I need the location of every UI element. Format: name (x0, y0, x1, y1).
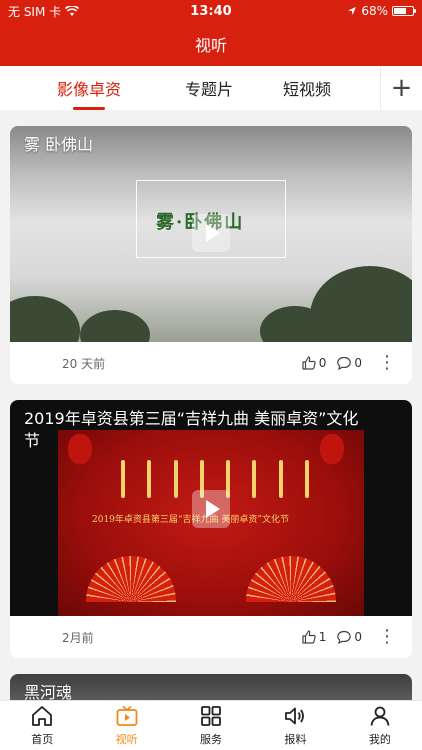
video-feed: 雾·卧佛山 雾 卧佛山 20 天前 0 0 ⋮ 2019年卓资县第三届“吉祥九曲… (0, 110, 422, 700)
video-icon (116, 705, 138, 726)
nav-profile[interactable]: 我的 (338, 701, 422, 750)
tab-yingxiang-zhuozi[interactable]: 影像卓资 (57, 66, 121, 110)
bottom-tab-bar: 首页 视听 服务 报料 我的 (0, 700, 422, 750)
nav-shiting[interactable]: 视听 (84, 701, 168, 750)
category-tabs: 影像卓资 专题片 短视频 + (0, 66, 422, 110)
status-time: 13:40 (190, 3, 232, 19)
card-meta: 2月前 1 0 ⋮ (10, 616, 412, 658)
time-ago: 20 天前 (62, 356, 106, 371)
video-thumbnail[interactable]: 2019年卓资县第三届“吉祥九曲 美丽卓资”文化节 2019年卓资县第三届“吉祥… (10, 400, 412, 616)
carrier-label: 无 SIM 卡 (8, 4, 62, 19)
time-ago: 2月前 (62, 630, 94, 645)
play-icon[interactable] (192, 214, 230, 252)
comment-button[interactable]: 0 (336, 629, 362, 645)
grid-icon (201, 706, 221, 726)
video-title: 2019年卓资县第三届“吉祥九曲 美丽卓资”文化节 (24, 409, 359, 450)
like-button[interactable]: 1 (301, 629, 327, 645)
battery-icon (392, 6, 416, 16)
battery-level (394, 8, 407, 14)
nav-label: 我的 (368, 733, 391, 746)
comment-icon (337, 356, 352, 371)
thumbs-up-icon (302, 630, 316, 644)
like-count: 1 (318, 630, 327, 644)
tab-label: 专题片 (185, 80, 234, 99)
header: 视听 (0, 22, 422, 66)
home-icon (32, 706, 53, 726)
tab-zhuantipian[interactable]: 专题片 (185, 66, 233, 110)
nav-label: 服务 (200, 733, 223, 746)
speaker-icon (285, 707, 305, 725)
nav-label: 报料 (284, 733, 307, 746)
page-title: 视听 (194, 36, 227, 55)
nav-services[interactable]: 服务 (169, 701, 253, 750)
comment-icon (337, 630, 352, 645)
like-count: 0 (318, 356, 327, 370)
more-options-icon[interactable]: ⋮ (378, 354, 396, 372)
nav-label: 视听 (115, 733, 138, 746)
video-title: 黑河魂 (24, 683, 73, 700)
thumbs-up-icon (302, 356, 316, 370)
video-card[interactable]: 黑河魂 (10, 674, 412, 700)
nav-home[interactable]: 首页 (0, 701, 84, 750)
add-tab-button[interactable]: + (380, 66, 422, 110)
wifi-icon (65, 5, 80, 16)
play-icon[interactable] (192, 490, 230, 528)
more-options-icon[interactable]: ⋮ (378, 628, 396, 646)
location-arrow-icon (348, 7, 357, 15)
tab-duanshipin[interactable]: 短视频 (283, 66, 331, 110)
tab-label: 影像卓资 (57, 80, 122, 99)
video-card[interactable]: 雾·卧佛山 雾 卧佛山 20 天前 0 0 ⋮ (10, 126, 412, 384)
video-title: 雾 卧佛山 (24, 135, 94, 154)
comment-count: 0 (354, 356, 362, 370)
video-thumbnail[interactable]: 雾·卧佛山 雾 卧佛山 (10, 126, 412, 342)
card-meta: 20 天前 0 0 ⋮ (10, 342, 412, 384)
nav-label: 首页 (31, 733, 54, 746)
tree-decoration (80, 310, 150, 342)
like-button[interactable]: 0 (301, 355, 327, 371)
comment-button[interactable]: 0 (336, 355, 362, 371)
plus-icon: + (390, 73, 413, 103)
video-card[interactable]: 2019年卓资县第三届“吉祥九曲 美丽卓资”文化节 2019年卓资县第三届“吉祥… (10, 400, 412, 658)
tab-label: 短视频 (283, 80, 332, 99)
nav-report[interactable]: 报料 (253, 701, 337, 750)
video-thumbnail[interactable]: 黑河魂 (10, 674, 412, 700)
user-icon (370, 706, 390, 726)
status-bar: 无 SIM 卡 13:40 68% (0, 0, 422, 22)
tree-decoration (10, 296, 80, 342)
battery-percent: 68% (361, 4, 388, 18)
comment-count: 0 (354, 630, 362, 644)
